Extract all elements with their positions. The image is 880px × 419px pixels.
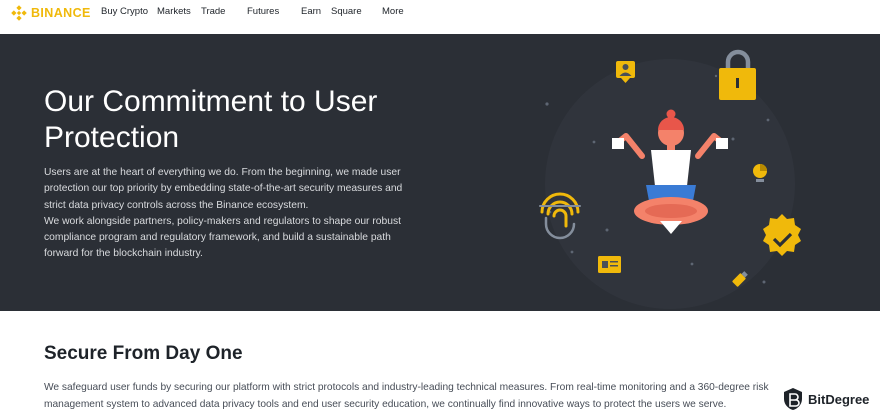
nav-more[interactable]: More: [382, 6, 404, 17]
binance-logo-icon: [11, 5, 27, 21]
binance-logo[interactable]: BINANCE: [11, 5, 91, 21]
bitdegree-watermark: BitDegree: [782, 387, 869, 411]
logo-wordmark: BINANCE: [31, 6, 91, 20]
section-description: We safeguard user funds by securing our …: [44, 382, 769, 410]
nav-earn[interactable]: Earn: [301, 6, 321, 17]
nav-futures[interactable]: Futures: [247, 6, 279, 17]
section-title: Secure From Day One: [44, 343, 243, 364]
watermark-text: BitDegree: [808, 391, 870, 407]
bitdegree-shield-icon: [784, 388, 802, 410]
nav-buy-crypto[interactable]: Buy Crypto: [101, 6, 148, 17]
hero-title: Our Commitment to User Protection: [44, 85, 378, 154]
hero-paragraph-1: Users are at the heart of everything we …: [44, 167, 403, 211]
hero-paragraph-2: We work alongside partners, policy-maker…: [44, 215, 401, 260]
nav-square[interactable]: Square: [331, 6, 362, 17]
nav-markets[interactable]: Markets: [157, 6, 191, 17]
hero-description: Users are at the heart of everything we …: [44, 165, 416, 263]
padlock-icon: [719, 49, 756, 100]
top-navigation: BINANCE Buy Crypto Markets Trade Futures…: [0, 0, 880, 34]
hero-banner: Our Commitment to User Protection Users …: [0, 34, 880, 311]
certificate-icon: [598, 256, 621, 273]
nav-trade[interactable]: Trade: [201, 6, 225, 17]
user-protection-illustration: [539, 49, 801, 309]
